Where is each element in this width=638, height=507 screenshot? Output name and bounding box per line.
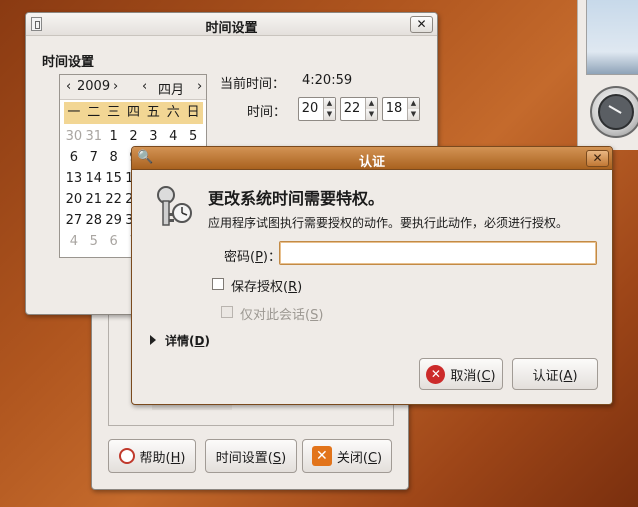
auth-titlebar[interactable]: 🔍 认证 ✕: [132, 147, 612, 170]
analog-clock-icon[interactable]: [590, 86, 638, 138]
minute-value: 22: [343, 101, 361, 116]
hour-value: 20: [301, 101, 319, 116]
hour-down-icon[interactable]: ▼: [323, 109, 335, 120]
desktop-photo-widget: [586, 0, 638, 75]
help-lifebuoy-icon: [118, 448, 135, 464]
weekday-label: 五: [146, 105, 160, 120]
prev-month-icon[interactable]: ‹: [142, 79, 147, 94]
keep-auth-label[interactable]: 保存授权(R): [231, 276, 302, 295]
close-icon: ✕: [311, 446, 332, 466]
weekday-label: 日: [186, 105, 200, 120]
calendar-day[interactable]: 21: [84, 189, 104, 210]
weekday-label: 三: [107, 105, 121, 120]
calendar-week-row: 30 31 1 2 3 4 5: [64, 126, 203, 147]
close-button[interactable]: ✕ 关闭(C): [302, 439, 392, 473]
minute-down-icon[interactable]: ▼: [365, 109, 377, 120]
weekday-label: 一: [67, 105, 81, 120]
weekday-label: 六: [166, 105, 180, 120]
time-settings-titlebar[interactable]: 时间设置 ✕: [26, 13, 437, 36]
password-input[interactable]: [279, 241, 597, 265]
calendar-day[interactable]: 7: [84, 147, 104, 168]
calendar-day[interactable]: 2: [124, 126, 144, 147]
calendar-day[interactable]: 29: [104, 210, 124, 231]
help-button-label: 帮助(H): [139, 450, 186, 466]
auth-title: 认证: [358, 155, 385, 170]
password-label: 密码(P)：: [224, 250, 281, 265]
auth-message: 应用程序试图执行需要授权的动作。要执行此动作，必须进行授权。: [208, 216, 569, 230]
keys-icon: [152, 183, 194, 229]
cancel-icon: ✕: [426, 364, 446, 384]
minute-up-icon[interactable]: ▲: [365, 98, 377, 109]
close-button-label: 关闭(C): [336, 450, 383, 466]
session-only-label: 仅对此会话(S): [240, 308, 324, 323]
cancel-button[interactable]: ✕ 取消(C): [419, 358, 503, 390]
calendar-day[interactable]: 5: [84, 231, 104, 252]
calendar-day[interactable]: 4: [64, 231, 84, 252]
time-settings-title: 时间设置: [205, 21, 258, 36]
calendar-day[interactable]: 22: [104, 189, 124, 210]
minute-spinbutton[interactable]: 22 ▲ ▼: [340, 97, 378, 121]
keep-auth-checkbox[interactable]: [212, 278, 224, 290]
weekday-label: 四: [127, 105, 141, 120]
clock-face: [598, 94, 634, 130]
window-close-icon[interactable]: ✕: [410, 16, 433, 33]
weekday-label: 二: [87, 105, 101, 120]
details-label[interactable]: 详情(D): [165, 332, 210, 349]
calendar-day[interactable]: 6: [104, 231, 124, 252]
calendar-day[interactable]: 27: [64, 210, 84, 231]
details-expander-icon[interactable]: [150, 335, 156, 345]
authenticate-button[interactable]: 认证(A): [512, 358, 598, 390]
time-label: 时间：: [247, 105, 287, 120]
calendar-day[interactable]: 6: [64, 147, 84, 168]
prev-year-icon[interactable]: ‹: [66, 79, 71, 94]
calendar-year: 2009: [77, 79, 111, 94]
calendar-day[interactable]: 15: [104, 168, 124, 189]
auth-close-icon[interactable]: ✕: [586, 150, 609, 167]
weekday-header: 一二三四五六日: [64, 102, 203, 124]
calendar-day[interactable]: 3: [143, 126, 163, 147]
calendar-header: ‹ 2009 › ‹ 四月 ›: [60, 75, 206, 100]
calendar-day[interactable]: 4: [163, 126, 183, 147]
time-settings-button-label: 时间设置(S): [215, 450, 287, 466]
calendar-day[interactable]: 30: [64, 126, 84, 147]
next-month-icon[interactable]: ›: [197, 79, 202, 94]
time-settings-button[interactable]: 时间设置(S): [205, 439, 297, 473]
second-value: 18: [385, 101, 403, 116]
calendar-day[interactable]: 31: [84, 126, 104, 147]
authentication-dialog: 🔍 认证 ✕ 更改系统时间需要特权。 应用程序试图执行需要授权的动作。要执行此动…: [131, 146, 613, 405]
hour-up-icon[interactable]: ▲: [323, 98, 335, 109]
calendar-day[interactable]: 5: [183, 126, 203, 147]
auth-heading: 更改系统时间需要特权。: [208, 189, 385, 208]
help-button[interactable]: 帮助(H): [108, 439, 196, 473]
next-year-icon[interactable]: ›: [113, 79, 118, 94]
second-up-icon[interactable]: ▲: [407, 98, 419, 109]
second-spinbutton[interactable]: 18 ▲ ▼: [382, 97, 420, 121]
authenticate-button-label: 认证(A): [532, 368, 578, 384]
hour-spinbutton[interactable]: 20 ▲ ▼: [298, 97, 336, 121]
calendar-day[interactable]: 14: [84, 168, 104, 189]
calendar-day[interactable]: 20: [64, 189, 84, 210]
calendar-month: 四月: [158, 83, 185, 98]
calendar-day[interactable]: 28: [84, 210, 104, 231]
cancel-button-label: 取消(C): [450, 368, 496, 384]
calendar-day[interactable]: 8: [104, 147, 124, 168]
session-only-checkbox: [221, 306, 233, 318]
current-time-label: 当前时间：: [220, 77, 286, 92]
current-time-value: 4:20:59: [302, 73, 353, 88]
calendar-day[interactable]: 1: [104, 126, 124, 147]
second-down-icon[interactable]: ▼: [407, 109, 419, 120]
desktop-side-panel: [577, 0, 638, 150]
section-label: 时间设置: [42, 55, 95, 70]
calendar-day[interactable]: 13: [64, 168, 84, 189]
